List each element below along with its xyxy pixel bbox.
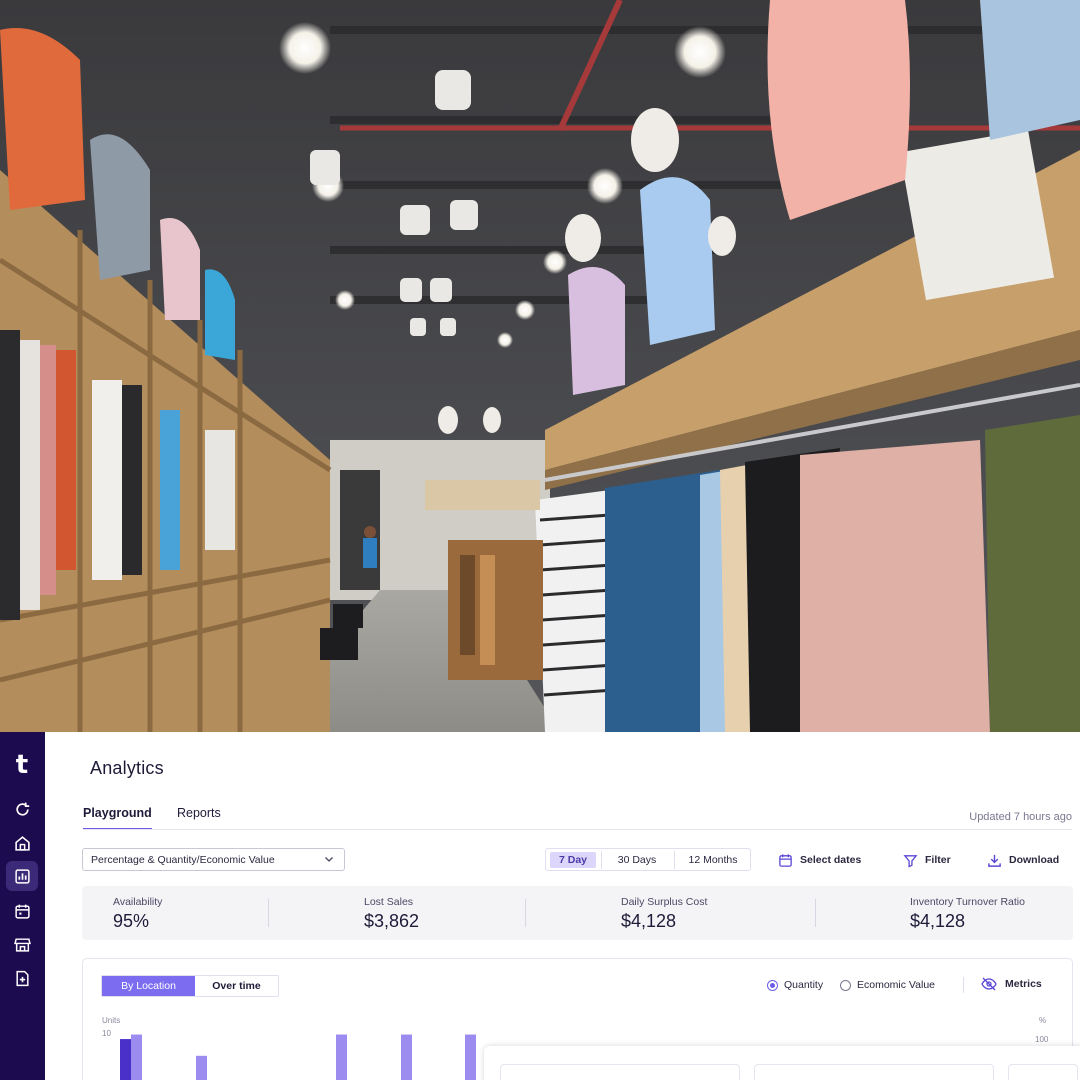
kpi-lost-sales: Lost Sales $3,862 — [364, 896, 419, 932]
store-photo — [0, 0, 1080, 732]
measure-select[interactable]: Percentage & Quantity/Economic Value — [82, 848, 345, 871]
filter-button[interactable]: Filter — [903, 850, 951, 870]
nav-stores[interactable] — [6, 828, 38, 858]
kpi-value: 95% — [113, 911, 150, 931]
file-plus-icon — [15, 970, 29, 986]
nav-calendar[interactable] — [6, 896, 38, 926]
kpi-label: Lost Sales — [364, 896, 414, 908]
kpi-value: $3,862 — [364, 911, 420, 931]
kpi-divider — [525, 899, 526, 927]
tabs-divider — [83, 829, 1072, 830]
updated-timestamp: Updated 7 hours ago — [969, 811, 1072, 823]
kpi-availability: Availability 95% — [113, 896, 162, 932]
bar-chart-icon — [14, 868, 30, 884]
filter-icon — [903, 854, 918, 868]
overlay-panel — [484, 1046, 1080, 1080]
overlay-card-1 — [500, 1064, 740, 1080]
kpi-value: $4,128 — [910, 911, 966, 931]
select-dates-label: Select dates — [800, 854, 862, 866]
measure-select-value: Percentage & Quantity/Economic Value — [91, 854, 275, 866]
kpi-divider — [268, 899, 269, 927]
tab-reports[interactable]: Reports — [177, 806, 221, 828]
kpi-inventory-turnover: Inventory Turnover Ratio $4,128 — [910, 896, 1025, 932]
range-divider — [601, 851, 602, 869]
range-divider — [674, 851, 675, 869]
range-30-days[interactable]: 30 Days — [606, 852, 668, 868]
bar-series-2[interactable] — [336, 1034, 347, 1080]
kpi-label: Inventory Turnover Ratio — [910, 896, 1025, 908]
bar-series-2[interactable] — [131, 1034, 142, 1080]
kpi-label: Availability — [113, 896, 163, 908]
download-label: Download — [1009, 854, 1060, 866]
tab-playground[interactable]: Playground — [83, 806, 152, 830]
select-dates-button[interactable]: Select dates — [778, 850, 861, 870]
chevron-down-icon — [325, 857, 333, 862]
sidebar: t — [0, 732, 45, 1080]
nav-shop[interactable] — [6, 929, 38, 959]
range-7-day[interactable]: 7 Day — [550, 852, 596, 868]
calendar-icon — [14, 904, 30, 919]
kpi-divider — [815, 899, 816, 927]
bar-series-2[interactable] — [196, 1055, 207, 1080]
bar-series-2[interactable] — [401, 1034, 412, 1080]
main-content: Analytics Playground Reports Updated 7 h… — [45, 732, 1080, 1080]
brand-logo[interactable]: t — [10, 750, 34, 780]
download-button[interactable]: Download — [987, 850, 1059, 870]
kpi-strip: Availability 95% Lost Sales $3,862 Daily… — [82, 886, 1073, 940]
overlay-card-2 — [754, 1064, 994, 1080]
download-icon — [988, 854, 1001, 867]
shop-icon — [13, 937, 31, 952]
kpi-label: Daily Surplus Cost — [621, 896, 708, 908]
range-12-months[interactable]: 12 Months — [678, 852, 748, 868]
page-title: Analytics — [90, 758, 164, 778]
nav-reports-add[interactable] — [6, 963, 38, 993]
store-icon — [14, 835, 30, 851]
bar-series-2[interactable] — [465, 1034, 476, 1080]
overlay-card-3 — [1008, 1064, 1078, 1080]
store-interior-illustration — [0, 0, 1080, 732]
filter-label: Filter — [925, 854, 951, 866]
bar-series-1[interactable] — [120, 1039, 131, 1080]
refresh-icon — [15, 802, 29, 816]
analytics-app: t Analytics Playground Reports Updated 7… — [0, 732, 1080, 1080]
calendar-icon — [779, 853, 792, 867]
date-range-toggle: 7 Day 30 Days 12 Months — [545, 848, 751, 871]
nav-refresh[interactable] — [6, 794, 38, 824]
nav-analytics[interactable] — [6, 861, 38, 891]
kpi-value: $4,128 — [621, 911, 677, 931]
kpi-daily-surplus-cost: Daily Surplus Cost $4,128 — [621, 896, 707, 932]
